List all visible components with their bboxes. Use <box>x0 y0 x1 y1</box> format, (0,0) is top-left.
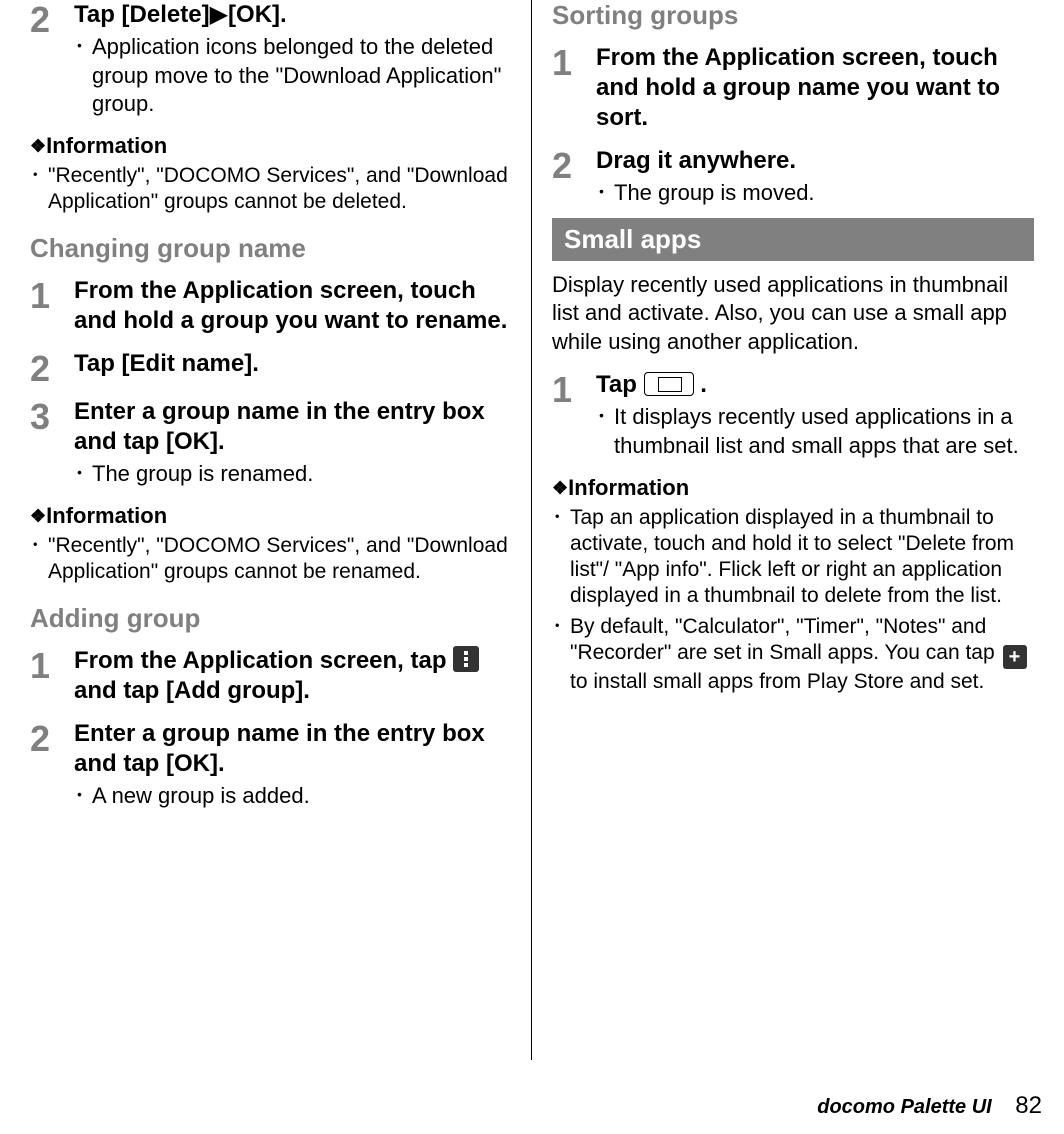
step-body: From the Application screen, touch and h… <box>596 43 1034 136</box>
step-body: Tap [Edit name]. <box>74 349 511 382</box>
step-add-2: 2 Enter a group name in the entry box an… <box>30 719 511 811</box>
step-title: Tap . <box>596 370 1034 400</box>
information-heading: ❖Information <box>30 133 511 159</box>
information-item: Tap an application displayed in a thumbn… <box>552 505 1034 610</box>
footer-title: docomo Palette UI <box>817 1096 991 1118</box>
diamond-icon: ❖ <box>30 506 46 527</box>
step-change-1: 1 From the Application screen, touch and… <box>30 276 511 339</box>
diamond-icon: ❖ <box>552 478 568 499</box>
step-title: Tap [Edit name]. <box>74 349 511 379</box>
step-change-3: 3 Enter a group name in the entry box an… <box>30 397 511 489</box>
step-title-pre: Tap [Delete] <box>74 1 210 28</box>
step-change-2: 2 Tap [Edit name]. <box>30 349 511 387</box>
information-item: By default, "Calculator", "Timer", "Note… <box>552 614 1034 696</box>
arrow-icon: ▶ <box>210 1 228 28</box>
subheading-changing-group-name: Changing group name <box>30 233 511 264</box>
information-block: ❖Information "Recently", "DOCOMO Service… <box>30 503 511 586</box>
subheading-adding-group: Adding group <box>30 603 511 634</box>
info-item-text-b: to install small apps from Play Store an… <box>570 670 984 693</box>
left-column: 2 Tap [Delete]▶[OK]. Application icons b… <box>10 0 532 1060</box>
step-number: 2 <box>552 146 596 184</box>
step-body: Enter a group name in the entry box and … <box>74 719 511 811</box>
step-title: Tap [Delete]▶[OK]. <box>74 0 511 30</box>
step-sort-1: 1 From the Application screen, touch and… <box>552 43 1034 136</box>
step-body: Drag it anywhere. The group is moved. <box>596 146 1034 208</box>
menu-icon <box>453 646 479 672</box>
step-title: From the Application screen, tap and tap… <box>74 646 511 706</box>
information-heading: ❖Information <box>30 503 511 529</box>
step-number: 1 <box>552 370 596 408</box>
page-number: 82 <box>1015 1092 1042 1119</box>
step-number: 3 <box>30 397 74 435</box>
step-number: 1 <box>30 276 74 314</box>
step-title: Drag it anywhere. <box>596 146 1034 176</box>
step-title-post: . <box>700 371 707 398</box>
step-title-pre: Tap <box>596 371 644 398</box>
step-add-1: 1 From the Application screen, tap and t… <box>30 646 511 709</box>
step-detail: A new group is added. <box>74 782 511 811</box>
step-title: Enter a group name in the entry box and … <box>74 719 511 779</box>
step-detail: Application icons belonged to the delete… <box>74 33 511 119</box>
recent-apps-icon <box>644 372 694 396</box>
step-title: Enter a group name in the entry box and … <box>74 397 511 457</box>
step-body: Enter a group name in the entry box and … <box>74 397 511 489</box>
footer: docomo Palette UI 82 <box>817 1092 1042 1120</box>
step-title: From the Application screen, touch and h… <box>74 276 511 336</box>
page: 2 Tap [Delete]▶[OK]. Application icons b… <box>0 0 1064 1060</box>
information-heading: ❖Information <box>552 475 1034 501</box>
step-title-pre: From the Application screen, tap <box>74 647 453 674</box>
step-sort-2: 2 Drag it anywhere. The group is moved. <box>552 146 1034 208</box>
section-small-apps: Small apps <box>552 218 1034 261</box>
information-label: Information <box>568 475 689 500</box>
step-number: 1 <box>30 646 74 684</box>
step-body: From the Application screen, tap and tap… <box>74 646 511 709</box>
step-body: From the Application screen, touch and h… <box>74 276 511 339</box>
step-body: Tap [Delete]▶[OK]. Application icons bel… <box>74 0 511 119</box>
step-number: 1 <box>552 43 596 81</box>
small-apps-intro: Display recently used applications in th… <box>552 271 1034 357</box>
information-label: Information <box>46 133 167 158</box>
step-number: 2 <box>30 349 74 387</box>
information-block: ❖Information "Recently", "DOCOMO Service… <box>30 133 511 216</box>
step-number: 2 <box>30 0 74 38</box>
step-title-post: and tap [Add group]. <box>74 677 310 704</box>
subheading-sorting-groups: Sorting groups <box>552 0 1034 31</box>
diamond-icon: ❖ <box>30 136 46 157</box>
step-detail: It displays recently used applications i… <box>596 403 1034 460</box>
step-body: Tap . It displays recently used applicat… <box>596 370 1034 460</box>
step-detail: The group is renamed. <box>74 460 511 489</box>
step-title: From the Application screen, touch and h… <box>596 43 1034 133</box>
step-small-1: 1 Tap . It displays recently used applic… <box>552 370 1034 460</box>
step-number: 2 <box>30 719 74 757</box>
right-column: Sorting groups 1 From the Application sc… <box>532 0 1054 1060</box>
information-block: ❖Information Tap an application displaye… <box>552 475 1034 696</box>
information-item: "Recently", "DOCOMO Services", and "Down… <box>30 163 511 216</box>
plus-icon: + <box>1003 645 1027 669</box>
step-detail: The group is moved. <box>596 179 1034 208</box>
info-item-text-a: By default, "Calculator", "Timer", "Note… <box>570 615 1001 664</box>
step-delete-ok: 2 Tap [Delete]▶[OK]. Application icons b… <box>30 0 511 119</box>
information-label: Information <box>46 503 167 528</box>
step-title-post: [OK]. <box>228 1 287 28</box>
information-item: "Recently", "DOCOMO Services", and "Down… <box>30 533 511 586</box>
